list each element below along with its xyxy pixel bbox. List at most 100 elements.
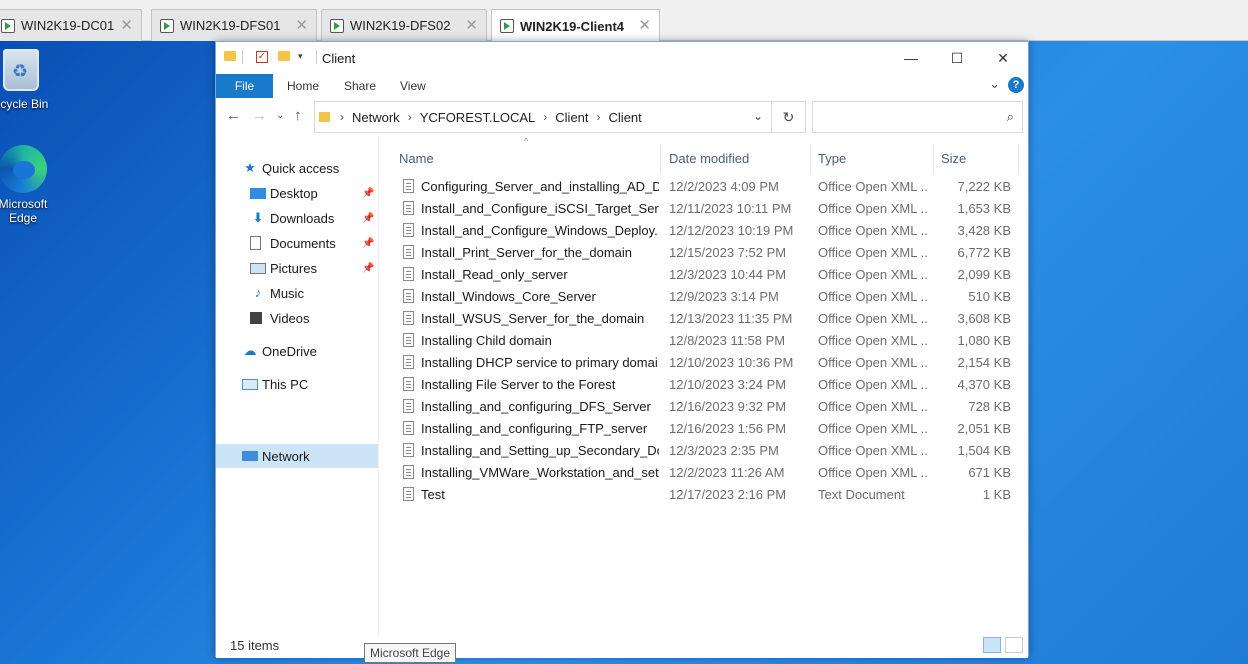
tab-file[interactable]: File (216, 74, 273, 98)
column-header-size[interactable]: Size (935, 144, 1019, 174)
file-row[interactable]: Installing_and_Setting_up_Secondary_Do..… (399, 440, 1019, 462)
file-size: 2,099 KB (957, 267, 1012, 282)
sidebar-item-videos[interactable]: Videos (250, 306, 378, 330)
chevron-right-icon[interactable]: › (543, 110, 547, 124)
pin-icon[interactable]: 📌 (362, 188, 374, 199)
file-row[interactable]: Installing_and_configuring_FTP_server 12… (399, 418, 1019, 440)
separator (242, 50, 243, 64)
chevron-right-icon[interactable]: › (408, 110, 412, 124)
file-type: Office Open XML ... (818, 179, 928, 194)
recent-locations-icon[interactable]: ⌄ (276, 110, 284, 121)
file-row[interactable]: Install_Windows_Core_Server 12/9/2023 3:… (399, 286, 1019, 308)
edge-shortcut[interactable]: Microsoft Edge (0, 145, 58, 225)
sidebar-item-network[interactable]: Network (216, 444, 378, 468)
tab-share[interactable]: Share (344, 74, 376, 98)
column-header-type[interactable]: Type (812, 144, 934, 174)
file-row[interactable]: Installing Child domain 12/8/2023 11:58 … (399, 330, 1019, 352)
file-type: Office Open XML ... (818, 201, 928, 216)
file-row[interactable]: Configuring_Server_and_installing_AD_D..… (399, 176, 1019, 198)
file-size: 1 KB (982, 487, 1011, 502)
breadcrumb-client-share[interactable]: Client (555, 110, 588, 125)
close-button[interactable]: ✕ (980, 42, 1026, 74)
file-type: Office Open XML ... (818, 245, 928, 260)
vm-tab-client4[interactable]: WIN2K19-Client4 ✕ (491, 9, 660, 42)
vm-tab-label: WIN2K19-DC01 (21, 18, 115, 33)
forward-button[interactable]: → (252, 107, 267, 124)
close-icon[interactable]: ✕ (295, 16, 308, 34)
pin-icon[interactable]: 📌 (362, 213, 374, 224)
sidebar-item-label: Network (262, 448, 310, 464)
sidebar-item-onedrive[interactable]: ☁ OneDrive (242, 339, 378, 363)
file-type: Office Open XML ... (818, 333, 928, 348)
tab-home[interactable]: Home (287, 74, 319, 98)
file-row[interactable]: Installing_and_configuring_DFS_Server 12… (399, 396, 1019, 418)
close-icon[interactable]: ✕ (120, 16, 133, 34)
customize-qa-icon[interactable]: ▾ (298, 51, 303, 62)
file-date: 12/2/2023 4:09 PM (669, 179, 779, 194)
maximize-button[interactable]: ☐ (934, 42, 980, 74)
pin-icon[interactable]: 📌 (362, 263, 374, 274)
document-icon (403, 223, 414, 237)
title-bar: ✓ ▾ Client — ☐ ✕ (216, 42, 1028, 74)
sidebar-item-label: Desktop (270, 185, 318, 201)
minimize-button[interactable]: — (888, 42, 934, 74)
file-row[interactable]: Test 12/17/2023 2:16 PM Text Document 1 … (399, 484, 1019, 506)
sidebar-item-label: Pictures (270, 260, 317, 276)
edge-label-line2: Edge (8, 211, 38, 225)
pin-icon[interactable]: 📌 (362, 238, 374, 249)
sidebar-item-downloads[interactable]: ⬇ Downloads (250, 206, 378, 230)
file-size: 2,154 KB (957, 355, 1012, 370)
refresh-button[interactable]: ↻ (772, 101, 806, 133)
vm-tab-dfs02[interactable]: WIN2K19-DFS02 ✕ (321, 9, 487, 41)
search-input[interactable]: ⌕ (812, 101, 1023, 133)
sidebar-item-pictures[interactable]: Pictures (250, 256, 378, 280)
file-row[interactable]: Installing File Server to the Forest 12/… (399, 374, 1019, 396)
sidebar-item-quick-access[interactable]: ★ Quick access (242, 156, 378, 180)
file-date: 12/15/2023 7:52 PM (669, 245, 787, 260)
sidebar-item-this-pc[interactable]: This PC (242, 372, 378, 396)
breadcrumb-client-folder[interactable]: Client (609, 110, 642, 125)
file-row[interactable]: Installing DHCP service to primary domai… (399, 352, 1019, 374)
file-date: 12/13/2023 11:35 PM (669, 311, 793, 326)
help-icon[interactable]: ? (1008, 77, 1024, 93)
vm-tab-dc01[interactable]: WIN2K19-DC01 ✕ (0, 9, 142, 41)
tab-view[interactable]: View (400, 74, 426, 98)
file-row[interactable]: Install_Print_Server_for_the_domain 12/1… (399, 242, 1019, 264)
recycle-bin-shortcut[interactable]: ecycle Bin (0, 49, 56, 111)
file-date: 12/3/2023 2:35 PM (669, 443, 779, 458)
sidebar-item-desktop[interactable]: Desktop (250, 181, 378, 205)
address-bar[interactable]: › Network › YCFOREST.LOCAL › Client › Cl… (314, 101, 772, 133)
window-title: Client (322, 51, 356, 66)
file-row[interactable]: Install_and_Configure_iSCSI_Target_Serve… (399, 198, 1019, 220)
large-icons-view-button[interactable] (1005, 637, 1023, 653)
expand-ribbon-icon[interactable]: ⌄ (989, 76, 1000, 92)
vm-tab-label: WIN2K19-DFS01 (180, 18, 281, 33)
file-row[interactable]: Installing_VMWare_Workstation_and_sett..… (399, 462, 1019, 484)
file-row[interactable]: Install_and_Configure_Windows_Deploy... … (399, 220, 1019, 242)
file-type: Office Open XML ... (818, 421, 928, 436)
column-header-name[interactable]: Name (393, 144, 661, 174)
breadcrumb-domain[interactable]: YCFOREST.LOCAL (420, 110, 536, 125)
close-icon[interactable]: ✕ (465, 16, 478, 34)
vm-running-icon (1, 18, 15, 33)
chevron-right-icon[interactable]: › (597, 110, 601, 124)
document-icon (403, 179, 414, 193)
sidebar-item-music[interactable]: ♪ Music (250, 281, 378, 305)
properties-icon[interactable]: ✓ (256, 51, 268, 63)
file-row[interactable]: Install_WSUS_Server_for_the_domain 12/13… (399, 308, 1019, 330)
file-row[interactable]: Install_Read_only_server 12/3/2023 10:44… (399, 264, 1019, 286)
sidebar-item-label: This PC (262, 376, 309, 392)
sidebar-item-documents[interactable]: Documents (250, 231, 378, 255)
details-view-button[interactable] (983, 637, 1001, 653)
breadcrumb-network[interactable]: Network (352, 110, 400, 125)
up-button[interactable]: ↑ (294, 107, 302, 124)
chevron-right-icon[interactable]: › (340, 110, 344, 124)
chevron-down-icon[interactable]: ⌄ (753, 109, 763, 123)
file-name: Installing Child domain (421, 333, 552, 348)
column-header-date[interactable]: Date modified (663, 144, 811, 174)
file-size: 671 KB (968, 465, 1011, 480)
back-button[interactable]: ← (226, 107, 241, 124)
new-folder-icon[interactable] (278, 51, 290, 61)
vm-tab-dfs01[interactable]: WIN2K19-DFS01 ✕ (151, 9, 317, 41)
close-icon[interactable]: ✕ (638, 16, 651, 34)
